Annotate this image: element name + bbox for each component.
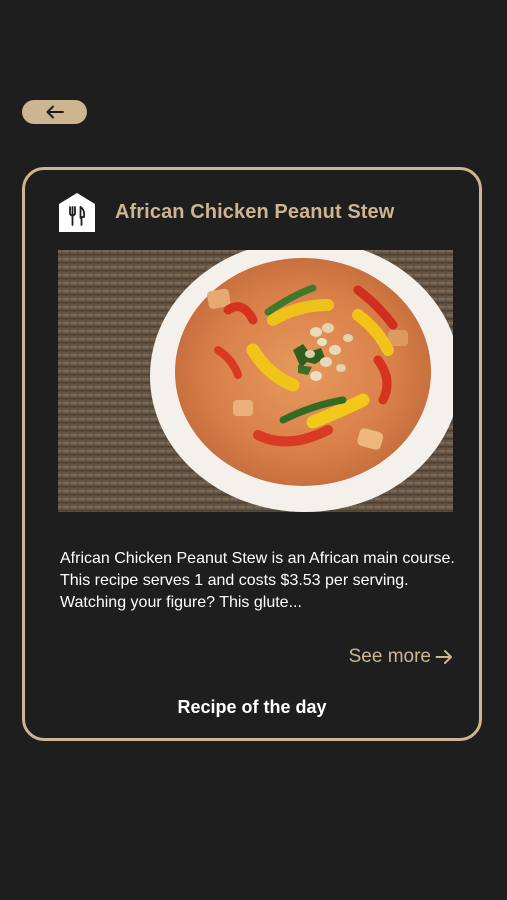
recipe-description: African Chicken Peanut Stew is an Africa… [60, 550, 455, 611]
recipe-title: African Chicken Peanut Stew [115, 200, 395, 223]
see-more-label: See more [348, 646, 431, 667]
recipe-card[interactable]: African Chicken Peanut Stew African Chic… [22, 167, 482, 741]
recipe-of-the-day-label: Recipe of the day [177, 697, 327, 717]
see-more-link[interactable]: See more [349, 646, 453, 668]
recipe-screen: African Chicken Peanut Stew African Chic… [0, 0, 507, 900]
arrow-left-icon [46, 105, 64, 119]
fork-knife-house-icon [59, 193, 95, 232]
card-header: African Chicken Peanut Stew [59, 192, 394, 232]
arrow-right-icon [435, 650, 452, 664]
back-button[interactable] [22, 100, 87, 124]
recipe-image [58, 250, 453, 512]
